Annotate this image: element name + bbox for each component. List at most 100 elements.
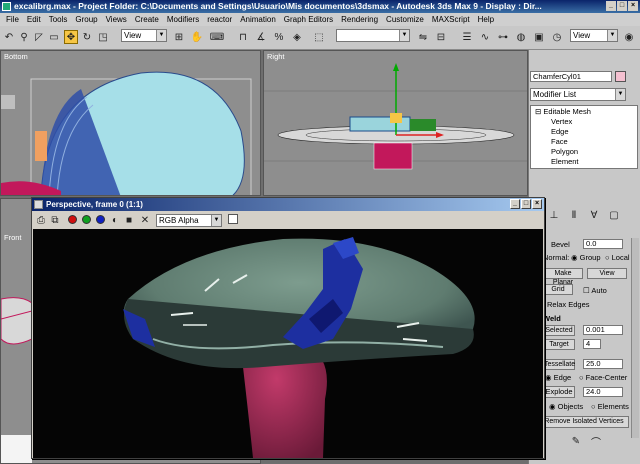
make-planar-button[interactable]: Make Planar (543, 268, 583, 286)
grid-align-button[interactable]: Grid (543, 284, 573, 295)
object-color-swatch[interactable] (615, 71, 626, 82)
weld-selected-button[interactable]: Selected (543, 325, 575, 336)
minimize-button[interactable]: _ (606, 1, 616, 11)
bevel-spinner[interactable]: 0.0 (583, 239, 623, 249)
color-swatch[interactable] (228, 214, 238, 224)
menu-help[interactable]: Help (474, 15, 498, 24)
pivot-icon[interactable]: ⊞ (172, 30, 186, 44)
stack-item-edge[interactable]: Edge (551, 127, 569, 136)
menu-animation[interactable]: Animation (236, 15, 280, 24)
elements-radio[interactable]: ○ Elements (591, 402, 629, 411)
layer-manager-icon[interactable]: ☰ (460, 30, 474, 44)
tessellate-button[interactable]: Tessellate (543, 359, 575, 370)
mirror-icon[interactable]: ⇋ (416, 30, 430, 44)
save-bitmap-icon[interactable]: ⎙ (34, 213, 48, 227)
remove-isolated-vertices-button[interactable]: Remove Isolated Vertices (539, 416, 629, 428)
weld-threshold-spinner[interactable]: 0.001 (583, 325, 623, 335)
scale-icon[interactable]: ◳ (96, 30, 110, 44)
auto-checkbox[interactable]: ☐ Auto (583, 286, 607, 295)
modifier-list-dropdown[interactable]: Modifier List ▼ (530, 88, 626, 101)
viewport-label-front[interactable]: Front (4, 233, 22, 242)
menu-rendering[interactable]: Rendering (337, 15, 382, 24)
menu-graph-editors[interactable]: Graph Editors (280, 15, 337, 24)
menu-maxscript[interactable]: MAXScript (428, 15, 474, 24)
local-radio[interactable]: ○ Local (605, 253, 630, 262)
spinner-snap-icon[interactable]: ◈ (290, 30, 304, 44)
named-selection-icon[interactable]: ⬚ (312, 30, 326, 44)
stack-item-element[interactable]: Element (551, 157, 579, 166)
viewport-label-bottom[interactable]: Bottom (4, 52, 28, 61)
move-icon[interactable]: ✥ (64, 30, 78, 44)
view-align-button[interactable]: View (587, 268, 627, 279)
relax-edges-label[interactable]: Relax Edges (547, 300, 590, 309)
curve-editor-icon[interactable]: ∿ (478, 30, 492, 44)
reference-coordinate-dropdown[interactable]: View ▼ (121, 29, 167, 42)
red-channel-toggle[interactable] (68, 215, 77, 224)
render-scene-icon[interactable]: ▣ (532, 30, 546, 44)
stack-item-vertex[interactable]: Vertex (551, 117, 572, 126)
material-editor-icon[interactable]: ◍ (514, 30, 528, 44)
select-region-icon[interactable]: ▭ (47, 30, 61, 44)
display-channel-dropdown[interactable]: RGB Alpha ▼ (156, 214, 222, 227)
remove-modifier-icon[interactable]: ▢ (607, 208, 621, 222)
monochrome-icon[interactable]: ■ (122, 213, 136, 227)
menu-file[interactable]: File (2, 15, 23, 24)
menu-modifiers[interactable]: Modifiers (163, 15, 203, 24)
manipulate-icon[interactable]: ✋ (190, 30, 204, 44)
menu-group[interactable]: Group (71, 15, 101, 24)
blue-channel-toggle[interactable] (96, 215, 105, 224)
clone-window-icon[interactable]: ⧉ (48, 213, 62, 227)
maximize-button[interactable]: □ (617, 1, 627, 11)
render-minimize-button[interactable]: _ (510, 199, 520, 209)
explode-button[interactable]: Explode (543, 386, 575, 398)
show-end-result-icon[interactable]: Ⅱ (567, 208, 581, 222)
render-close-button[interactable]: × (532, 199, 542, 209)
percent-snap-icon[interactable]: % (272, 30, 286, 44)
pin-stack-icon[interactable]: ⊥ (547, 208, 561, 222)
menu-reactor[interactable]: reactor (203, 15, 236, 24)
close-button[interactable]: × (628, 1, 638, 11)
weld-target-spinner[interactable]: 4 (583, 339, 601, 349)
render-window-title-bar[interactable]: Perspective, frame 0 (1:1) _ □ × (32, 198, 544, 211)
render-last-icon[interactable]: ◉ (622, 30, 636, 44)
menu-views[interactable]: Views (102, 15, 131, 24)
command-panel-scrollbar[interactable] (631, 238, 639, 438)
undo-icon[interactable]: ↶ (2, 30, 16, 44)
clear-icon[interactable]: ✕ (138, 213, 152, 227)
stack-item-face[interactable]: Face (551, 137, 568, 146)
viewport-bottom[interactable]: Bottom (0, 50, 261, 196)
menu-tools[interactable]: Tools (45, 15, 72, 24)
face-center-radio[interactable]: ○ Face-Center (579, 373, 627, 382)
objects-radio[interactable]: ◉ Objects (549, 402, 583, 411)
select-object-icon[interactable]: ◸ (32, 30, 46, 44)
menu-create[interactable]: Create (131, 15, 163, 24)
schematic-view-icon[interactable]: ⊶ (496, 30, 510, 44)
green-channel-toggle[interactable] (82, 215, 91, 224)
snap-icon[interactable]: ⊓ (236, 30, 250, 44)
group-radio[interactable]: ◉ Group (571, 253, 601, 262)
stack-item-editable-mesh[interactable]: ⊟ Editable Mesh (535, 107, 591, 116)
named-selection-sets-dropdown[interactable]: ▼ (336, 29, 410, 42)
keyboard-shortcut-icon[interactable]: ⌨ (210, 30, 224, 44)
alpha-channel-icon[interactable]: ◐ (108, 213, 122, 227)
select-link-icon[interactable]: ⚲ (17, 30, 31, 44)
quick-render-icon[interactable]: ◷ (550, 30, 564, 44)
align-icon[interactable]: ⊟ (434, 30, 448, 44)
viewport-right[interactable]: Right (263, 50, 528, 196)
viewport-label-right[interactable]: Right (267, 52, 285, 61)
create-shape-icon[interactable]: ⌒ (589, 434, 603, 449)
stack-item-polygon[interactable]: Polygon (551, 147, 578, 156)
weld-target-button[interactable]: Target (543, 339, 575, 350)
render-maximize-button[interactable]: □ (521, 199, 531, 209)
edge-radio[interactable]: ◉ Edge (545, 373, 571, 382)
explode-spinner[interactable]: 24.0 (583, 387, 623, 397)
make-unique-icon[interactable]: ∀ (587, 208, 601, 222)
render-type-dropdown[interactable]: View ▼ (570, 29, 618, 42)
object-name-field[interactable]: ChamferCyl01 (530, 71, 612, 82)
menu-edit[interactable]: Edit (23, 15, 45, 24)
tessellate-spinner[interactable]: 25.0 (583, 359, 623, 369)
select-open-edges-icon[interactable]: ✎ (569, 434, 583, 448)
rotate-icon[interactable]: ↻ (80, 30, 94, 44)
angle-snap-icon[interactable]: ∡ (254, 30, 268, 44)
menu-customize[interactable]: Customize (382, 15, 428, 24)
